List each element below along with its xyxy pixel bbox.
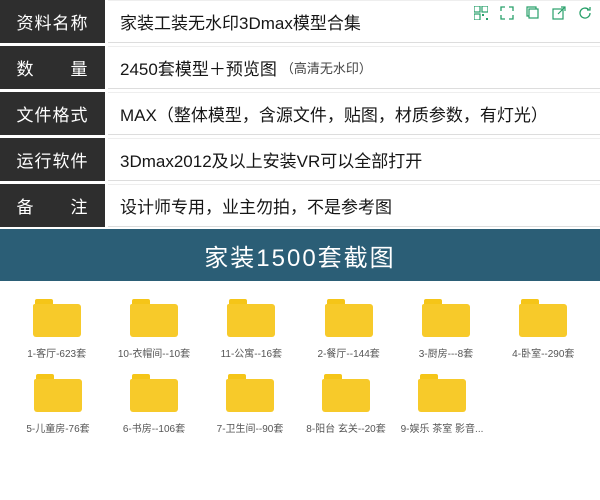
folder-item[interactable]: 9-娱乐 茶室 影音... bbox=[396, 374, 488, 435]
folder-item[interactable]: 5-儿童房-76套 bbox=[12, 374, 104, 435]
folder-icon bbox=[130, 299, 178, 337]
folder-label: 10-衣帽间--10套 bbox=[108, 345, 200, 360]
folder-item[interactable]: 3-厨房---8套 bbox=[400, 299, 492, 360]
info-label: 文件格式 bbox=[0, 92, 105, 135]
tool-external-icon[interactable] bbox=[550, 4, 568, 22]
folder-item[interactable]: 8-阳台 玄关--20套 bbox=[300, 374, 392, 435]
folder-item[interactable]: 11-公寓--16套 bbox=[205, 299, 297, 360]
folder-grid: 1-客厅-623套 10-衣帽间--10套 11-公寓--16套 2-餐厅--1… bbox=[0, 281, 600, 435]
folder-icon bbox=[325, 299, 373, 337]
folder-item[interactable]: 2-餐厅--144套 bbox=[303, 299, 395, 360]
section-banner: 家装1500套截图 bbox=[0, 229, 600, 281]
folder-label: 3-厨房---8套 bbox=[400, 345, 492, 360]
folder-icon bbox=[227, 299, 275, 337]
folder-label: 7-卫生间--90套 bbox=[204, 420, 296, 435]
folder-label: 4-卧室--290套 bbox=[497, 345, 589, 360]
folder-label: 1-客厅-623套 bbox=[11, 345, 103, 360]
info-value: 设计师专用，业主勿拍，不是参考图 bbox=[108, 184, 600, 227]
info-value: 3Dmax2012及以上安装VR可以全部打开 bbox=[108, 138, 600, 181]
info-row-remark: 备 注 设计师专用，业主勿拍，不是参考图 bbox=[0, 184, 600, 227]
tool-expand-icon[interactable] bbox=[498, 4, 516, 22]
folder-label: 2-餐厅--144套 bbox=[303, 345, 395, 360]
folder-label: 9-娱乐 茶室 影音... bbox=[396, 420, 488, 435]
folder-label: 5-儿童房-76套 bbox=[12, 420, 104, 435]
folder-item[interactable]: 7-卫生间--90套 bbox=[204, 374, 296, 435]
folder-item[interactable]: 10-衣帽间--10套 bbox=[108, 299, 200, 360]
info-row-format: 文件格式 MAX（整体模型，含源文件，贴图，材质参数，有灯光） bbox=[0, 92, 600, 135]
folder-icon bbox=[418, 374, 466, 412]
info-value-text: 家装工装无水印3Dmax模型合集 bbox=[120, 9, 361, 34]
folder-row: 1-客厅-623套 10-衣帽间--10套 11-公寓--16套 2-餐厅--1… bbox=[8, 299, 592, 360]
info-value-text: 设计师专用，业主勿拍，不是参考图 bbox=[120, 193, 392, 218]
folder-label: 11-公寓--16套 bbox=[205, 345, 297, 360]
folder-icon bbox=[33, 299, 81, 337]
folder-item[interactable]: 4-卧室--290套 bbox=[497, 299, 589, 360]
info-value: 2450套模型＋预览图 （高清无水印） bbox=[108, 46, 600, 89]
info-value-text: MAX（整体模型，含源文件，贴图，材质参数，有灯光） bbox=[120, 101, 548, 126]
info-label: 数 量 bbox=[0, 46, 105, 89]
folder-label: 6-书房--106套 bbox=[108, 420, 200, 435]
info-row-software: 运行软件 3Dmax2012及以上安装VR可以全部打开 bbox=[0, 138, 600, 181]
info-label: 运行软件 bbox=[0, 138, 105, 181]
folder-item[interactable]: 1-客厅-623套 bbox=[11, 299, 103, 360]
folder-icon bbox=[226, 374, 274, 412]
folder-icon bbox=[34, 374, 82, 412]
info-value-text: 3Dmax2012及以上安装VR可以全部打开 bbox=[120, 147, 422, 172]
info-table: 资料名称 家装工装无水印3Dmax模型合集 数 量 2450套模型＋预览图 （高… bbox=[0, 0, 600, 227]
info-value-note: （高清无水印） bbox=[281, 58, 372, 77]
info-label: 备 注 bbox=[0, 184, 105, 227]
folder-label: 8-阳台 玄关--20套 bbox=[300, 420, 392, 435]
info-row-qty: 数 量 2450套模型＋预览图 （高清无水印） bbox=[0, 46, 600, 89]
info-value: MAX（整体模型，含源文件，贴图，材质参数，有灯光） bbox=[108, 92, 600, 135]
folder-row: 5-儿童房-76套 6-书房--106套 7-卫生间--90套 8-阳台 玄关-… bbox=[8, 374, 592, 435]
folder-icon bbox=[322, 374, 370, 412]
toolbar bbox=[472, 4, 594, 22]
info-label: 资料名称 bbox=[0, 0, 105, 43]
tool-qr-icon[interactable] bbox=[472, 4, 490, 22]
tool-copy-icon[interactable] bbox=[524, 4, 542, 22]
info-value-text: 2450套模型＋预览图 bbox=[120, 55, 277, 80]
folder-item[interactable]: 6-书房--106套 bbox=[108, 374, 200, 435]
tool-refresh-icon[interactable] bbox=[576, 4, 594, 22]
folder-icon bbox=[422, 299, 470, 337]
folder-icon bbox=[130, 374, 178, 412]
folder-icon bbox=[519, 299, 567, 337]
